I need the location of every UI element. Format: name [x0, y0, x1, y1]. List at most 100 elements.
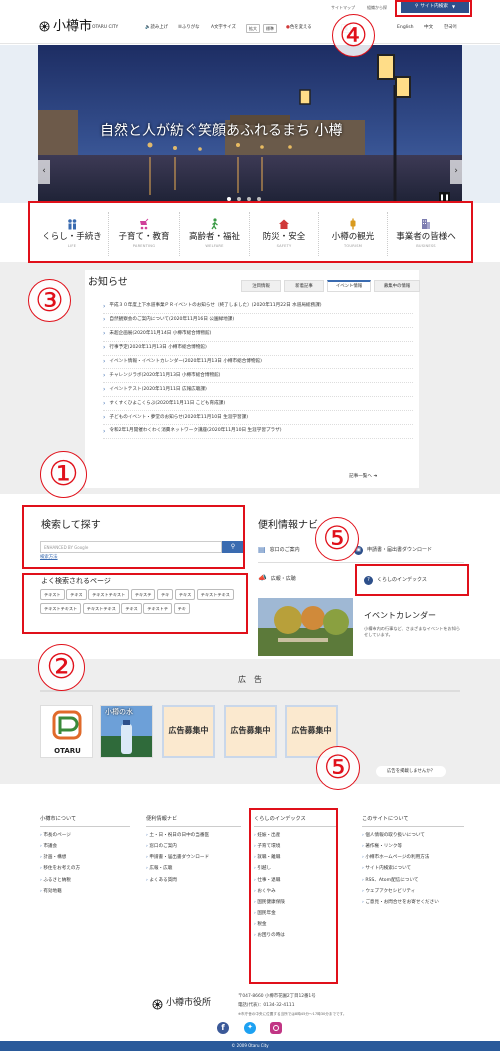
popular-tag[interactable]: テキストテキス: [82, 603, 120, 614]
footer-link[interactable]: RSS、Atom配信について: [362, 878, 464, 889]
category-parenting[interactable]: 子育て・教育 PARENTING: [109, 212, 180, 256]
popular-tag[interactable]: テキストテキス: [196, 589, 234, 600]
footer-link[interactable]: おくやみ: [254, 889, 338, 900]
footer-link[interactable]: 国民年金: [254, 911, 338, 922]
footer-link[interactable]: ご意見・お問合せをお寄せください: [362, 900, 464, 911]
news-item[interactable]: イベントテスト(2020年11月11日 広報広聴課): [103, 383, 413, 398]
footer-link[interactable]: 市長のページ: [40, 833, 130, 844]
tab-featured[interactable]: 注目情報: [241, 280, 281, 292]
slider-dot[interactable]: [247, 197, 251, 201]
footer-link[interactable]: ふるさと納税: [40, 878, 130, 889]
category-safety[interactable]: 防災・安全 SAFETY: [250, 212, 319, 256]
footer-link[interactable]: 窓口のご案内: [146, 844, 241, 855]
convenience-item-publicity[interactable]: 📣 広報・広聴: [258, 567, 354, 591]
news-item[interactable]: 自然観察会のご案内について(2020年11月16日 公園緑地課): [103, 314, 413, 328]
news-item[interactable]: 子どものイベント・夢堂のお知らせ(2020年11月10日 生涯学習課): [103, 411, 413, 426]
search-help-link[interactable]: 検索方法: [40, 555, 58, 561]
slider-dots[interactable]: [227, 197, 261, 201]
footer-link[interactable]: 土・日・祝日の日中の当番医: [146, 833, 241, 844]
slider-dot[interactable]: [227, 197, 231, 201]
slider-next-button[interactable]: ›: [450, 160, 462, 184]
footer-link[interactable]: 妊娠・出産: [254, 833, 338, 844]
twitter-icon[interactable]: ✦: [244, 1022, 256, 1034]
footer-link[interactable]: 著作権・リンク等: [362, 844, 464, 855]
ad-otaru-water[interactable]: 小樽の水: [100, 705, 153, 758]
instagram-icon[interactable]: [270, 1022, 282, 1034]
lang-chinese[interactable]: 中文: [424, 25, 433, 31]
footer-link[interactable]: 仕事・退職: [254, 878, 338, 889]
furigana-button[interactable]: ☰ふりがな: [178, 25, 200, 31]
tab-recruiting[interactable]: 募集中の情報: [374, 280, 420, 292]
footer-link[interactable]: 申請書・届出書ダウンロード: [146, 855, 241, 866]
search-input[interactable]: ENHANCED BY Google: [40, 541, 222, 553]
footer-link[interactable]: 引越し: [254, 866, 338, 877]
footer-link[interactable]: 有効地籍: [40, 889, 130, 900]
popular-tag[interactable]: テキス: [121, 603, 142, 614]
copyright-text: © 2009 Otaru City: [231, 1043, 269, 1048]
site-search-button[interactable]: ⚲ サイト内検索 ▼: [401, 1, 469, 13]
news-item[interactable]: 令和2年1月開催わくわく消費ネットワーク講座(2020年11月10日 生涯学習プ…: [103, 425, 413, 439]
footer-link[interactable]: 子育て環境: [254, 844, 338, 855]
tab-events[interactable]: イベント情報: [327, 280, 371, 292]
slider-dot[interactable]: [237, 197, 241, 201]
news-item[interactable]: 平成３０年度上下水道事業ＰＲイベントのお知らせ（終了しました）(2020年11月…: [103, 300, 413, 314]
popular-tag[interactable]: テキス: [66, 589, 87, 600]
popular-tag[interactable]: テキストテ: [143, 603, 173, 614]
logo-text[interactable]: 小樽市: [53, 19, 92, 36]
footer-link[interactable]: 広報・広聴: [146, 866, 241, 877]
post-ad-button[interactable]: 広告を掲載しませんか？: [376, 766, 446, 777]
convenience-item-life-index[interactable]: ? くらしのインデックス: [364, 569, 467, 591]
footer-link[interactable]: 市議会: [40, 844, 130, 855]
footer-link[interactable]: よくある質問: [146, 878, 241, 889]
hero-slider[interactable]: 自然と人が紡ぐ笑顔あふれるまち 小樽 ‹ › ❚❚: [0, 45, 500, 203]
top-link-org[interactable]: 組織から探: [367, 5, 387, 10]
footer-link[interactable]: 移住をお考えの方: [40, 866, 130, 877]
news-more-button[interactable]: 記事一覧へ ➜: [349, 474, 377, 480]
news-item[interactable]: イベント情報・イベントカレンダー(2020年11月13日 小樽市総合博物館): [103, 356, 413, 370]
footer-link[interactable]: サイト内検索について: [362, 866, 464, 877]
footer-link[interactable]: 個人情報の取り扱いについて: [362, 833, 464, 844]
caret-down-icon: ▼: [451, 4, 456, 10]
popular-tag[interactable]: テキストテキスト: [88, 589, 130, 600]
slider-prev-button[interactable]: ‹: [38, 160, 50, 184]
news-item[interactable]: すくすくひよこくらぶ(2020年11月11日 こども育成課): [103, 397, 413, 412]
popular-tag[interactable]: テキステ: [130, 589, 156, 600]
slider-pause-button[interactable]: ❚❚: [439, 192, 450, 203]
event-calendar-image[interactable]: [258, 598, 353, 656]
search-submit-button[interactable]: ⚲: [222, 541, 244, 553]
convenience-item-forms[interactable]: ▣ 申請書・届出書ダウンロード: [354, 539, 464, 563]
popular-tag[interactable]: テキスト: [40, 589, 65, 600]
category-tourism[interactable]: 小樽の観光 TOURISM: [319, 212, 388, 256]
footer-link[interactable]: 小樽市ホームページの利用方法: [362, 855, 464, 866]
ad-otaru-logo[interactable]: OTARU: [40, 705, 93, 758]
footer-link[interactable]: 計画・構想: [40, 855, 130, 866]
read-aloud-button[interactable]: 🔈読み上げ: [145, 25, 168, 31]
lang-korean[interactable]: 한국어: [444, 25, 457, 31]
slider-dot[interactable]: [257, 197, 261, 201]
popular-tag[interactable]: テキス: [174, 589, 196, 600]
footer-link[interactable]: 国民健康保険: [254, 900, 338, 911]
footer-link[interactable]: 就職・離職: [254, 855, 338, 866]
footer-link[interactable]: ウェブアクセシビリティ: [362, 889, 464, 900]
category-business[interactable]: 事業者の皆様へ BUSINESS: [388, 212, 464, 256]
tab-new-articles[interactable]: 新着記事: [284, 280, 324, 292]
popular-tag[interactable]: テキ: [156, 589, 174, 600]
event-calendar-title[interactable]: イベントカレンダー: [364, 611, 436, 621]
popular-tag[interactable]: テキストテキスト: [40, 603, 82, 614]
news-item[interactable]: チャレンジラボ(2020年11月13日 小樽市総合博物館): [103, 369, 413, 384]
footer-link[interactable]: お困りの時は: [254, 933, 338, 944]
ad-slot-1[interactable]: 広告募集中: [162, 705, 215, 758]
annotation-marker-3: ③: [28, 279, 71, 322]
news-item[interactable]: 行事予定(2020年11月13日 小樽市総合博物館): [103, 342, 413, 356]
ad-slot-2[interactable]: 広告募集中: [224, 705, 277, 758]
category-welfare[interactable]: 高齢者・福祉 WELFARE: [180, 212, 250, 256]
category-life[interactable]: くらし・手続き LIFE: [36, 212, 109, 256]
top-link-sitemap[interactable]: サイトマップ: [331, 5, 355, 10]
font-standard-button[interactable]: 標準: [263, 24, 277, 33]
facebook-icon[interactable]: f: [217, 1022, 229, 1034]
footer-link[interactable]: 税金: [254, 922, 338, 933]
font-large-button[interactable]: 拡大: [246, 24, 260, 33]
news-item[interactable]: 未超企画展(2020年11月14日 小樽市総合博物館): [103, 328, 413, 342]
popular-tag[interactable]: テキ: [173, 603, 190, 614]
lang-english[interactable]: English: [397, 25, 414, 31]
